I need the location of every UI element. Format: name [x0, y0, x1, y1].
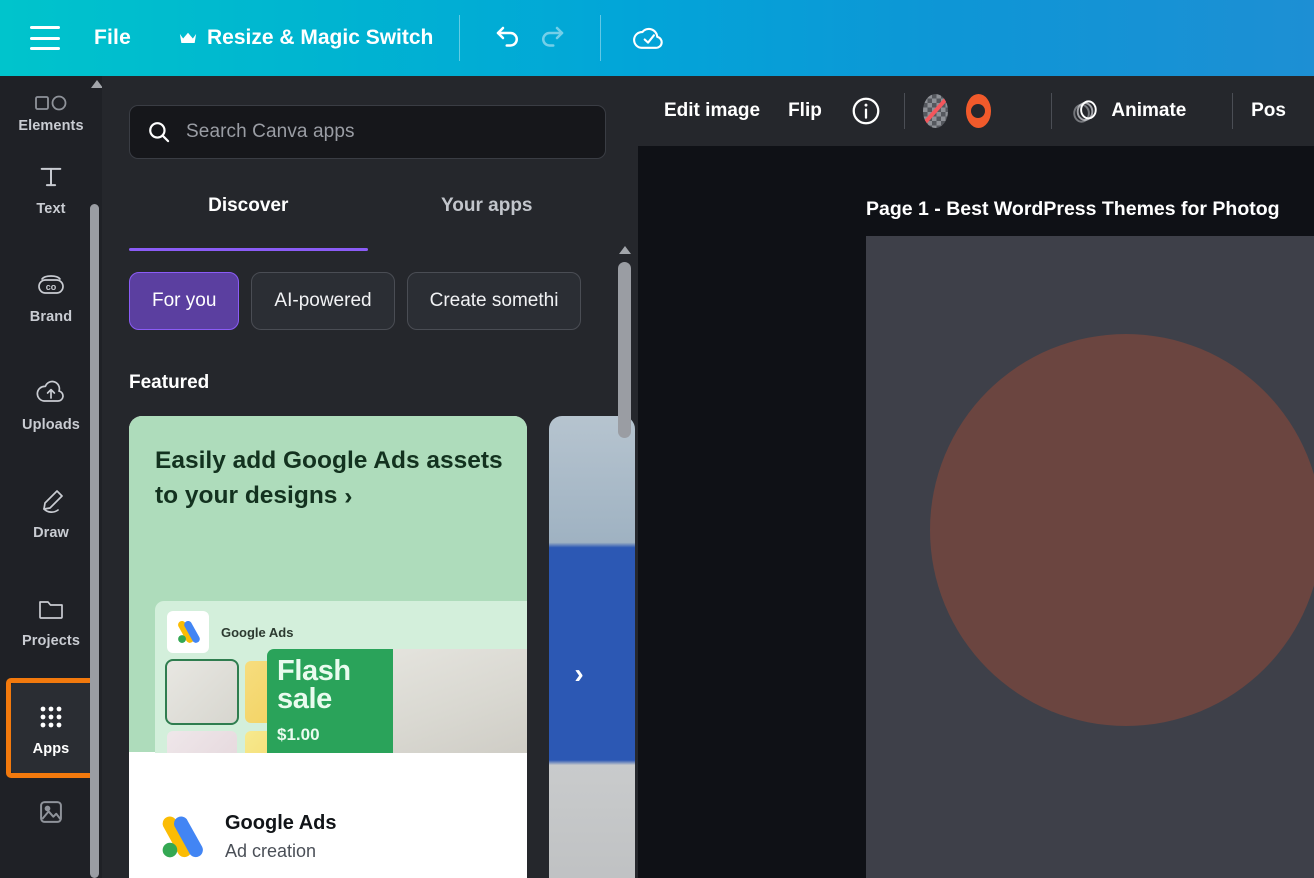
canva-editor-window: File Resize & Magic Switch Elements Text… — [0, 0, 1314, 878]
image-icon — [34, 795, 68, 829]
cloud-upload-icon — [34, 376, 68, 410]
card-chevron-icon: › — [344, 482, 353, 510]
border-style-lines-icon[interactable] — [1009, 94, 1033, 128]
tab-discover[interactable]: Discover — [129, 190, 368, 251]
border-color-icon[interactable] — [965, 94, 991, 128]
sidebar-item-label: Brand — [29, 308, 73, 325]
sidebar-item-draw[interactable]: Draw — [0, 458, 102, 566]
panel-tabs: Discover Your apps — [129, 190, 607, 251]
card-app-name: Google Ads — [225, 812, 337, 834]
filter-chips: For you AI-powered Create somethi — [129, 272, 582, 330]
mock-avocado-photo — [393, 649, 527, 753]
sidebar-item-apps[interactable]: Apps — [0, 674, 102, 782]
chip-for-you[interactable]: For you — [129, 272, 240, 330]
scroll-up-arrow-icon[interactable] — [619, 246, 631, 254]
canvas-circle-shape[interactable] — [930, 334, 1314, 726]
sidebar-item-elements[interactable]: Elements — [0, 76, 102, 134]
design-canvas[interactable] — [866, 236, 1314, 878]
featured-section-heading: Featured — [129, 372, 210, 393]
sidebar-item-brand[interactable]: co Brand — [0, 242, 102, 350]
flash-line-1: Flash — [277, 655, 351, 687]
svg-text:co: co — [46, 282, 57, 292]
redo-icon[interactable] — [530, 16, 574, 60]
editor-toolbar-divider-2 — [1050, 93, 1052, 129]
top-bar: File Resize & Magic Switch — [0, 0, 1314, 76]
sidebar-item-label: Draw — [33, 524, 69, 541]
sidebar-item-label: Text — [36, 200, 66, 217]
flash-sale-price: $1.00 — [277, 725, 320, 744]
editor-toolbar: Edit image Flip Animate Pos — [638, 76, 1314, 146]
card-footer: Google Ads Ad creation — [129, 752, 527, 878]
flash-sale-text: Flash sale — [277, 655, 393, 716]
panel-scrollbar-thumb[interactable] — [618, 262, 631, 438]
rail-scrollbar-thumb[interactable] — [90, 204, 99, 878]
info-circle-icon[interactable] — [850, 94, 882, 128]
brand-co-icon: co — [34, 268, 68, 302]
chip-ai-powered[interactable]: AI-powered — [251, 272, 395, 330]
card-footer-text: Google Ads Ad creation — [225, 812, 336, 862]
sidebar-item-image[interactable] — [0, 782, 102, 842]
file-menu-button[interactable]: File — [94, 26, 131, 50]
card-mock-preview: Google Ads Flash sale $1.00 — [155, 601, 527, 753]
scroll-up-arrow-icon[interactable] — [91, 80, 102, 88]
grid-dots-icon — [34, 700, 68, 734]
mock-thumb-cherries — [167, 731, 237, 753]
sidebar-item-label: Uploads — [22, 416, 80, 433]
animate-icon[interactable] — [1069, 94, 1101, 128]
featured-card-google-ads[interactable]: Easily add Google Ads assets to your des… — [129, 416, 527, 878]
sidebar-item-label: Apps — [32, 740, 70, 757]
sidebar-item-text[interactable]: Text — [0, 134, 102, 242]
mock-app-label: Google Ads — [221, 624, 294, 640]
flip-button[interactable]: Flip — [788, 100, 822, 122]
sidebar-item-label: Elements — [18, 118, 84, 134]
search-input[interactable]: Search Canva apps — [129, 105, 606, 159]
transparency-none-icon[interactable] — [922, 94, 948, 128]
card-app-subtitle: Ad creation — [225, 841, 317, 861]
editor-toolbar-divider-3 — [1232, 93, 1234, 129]
pen-draw-icon — [34, 484, 68, 518]
cloud-saved-icon[interactable] — [627, 16, 671, 60]
card-headline-text: Easily add Google Ads assets to your des… — [155, 447, 503, 509]
sidebar-item-label: Projects — [21, 632, 81, 649]
left-rail: Elements Text co Brand Uploads Draw Proj… — [0, 76, 102, 878]
animate-button[interactable]: Animate — [1111, 100, 1186, 122]
resize-magic-switch-label: Resize & Magic Switch — [206, 26, 434, 49]
sidebar-item-uploads[interactable]: Uploads — [0, 350, 102, 458]
resize-magic-switch-button[interactable]: Resize & Magic Switch — [179, 26, 433, 50]
position-button[interactable]: Pos — [1251, 100, 1286, 122]
undo-icon[interactable] — [486, 16, 530, 60]
card-hero: Easily add Google Ads assets to your des… — [129, 416, 527, 753]
page-title: Page 1 - Best WordPress Themes for Photo… — [866, 198, 1280, 220]
card-headline: Easily add Google Ads assets to your des… — [155, 444, 505, 514]
search-placeholder: Search Canva apps — [186, 121, 355, 142]
editor-area: Edit image Flip Animate Pos Page 1 - Bes… — [638, 76, 1314, 878]
flash-line-2: sale — [277, 683, 332, 716]
search-icon — [149, 122, 170, 143]
panel-scrollbar[interactable] — [618, 246, 632, 878]
mock-thumb-avocado — [165, 659, 239, 725]
edit-image-button[interactable]: Edit image — [664, 100, 760, 122]
text-t-icon — [34, 160, 68, 194]
folder-icon — [34, 592, 68, 626]
editor-toolbar-divider — [903, 93, 905, 129]
apps-panel: Search Canva apps Discover Your apps For… — [102, 76, 638, 878]
toolbar-divider — [459, 15, 461, 61]
crown-icon — [179, 32, 197, 43]
tab-your-apps[interactable]: Your apps — [368, 190, 607, 238]
toolbar-divider-2 — [600, 15, 602, 61]
rail-scrollbar[interactable] — [90, 76, 102, 878]
hamburger-icon[interactable] — [30, 26, 60, 50]
sidebar-item-projects[interactable]: Projects — [0, 566, 102, 674]
border-color-hole — [971, 104, 986, 118]
chip-create-something[interactable]: Create somethi — [406, 272, 582, 330]
shapes-icon — [34, 95, 68, 111]
google-ads-logo-icon — [167, 611, 209, 653]
mock-flash-sale-banner: Flash sale $1.00 — [267, 649, 393, 753]
google-ads-logo-icon — [162, 816, 203, 858]
